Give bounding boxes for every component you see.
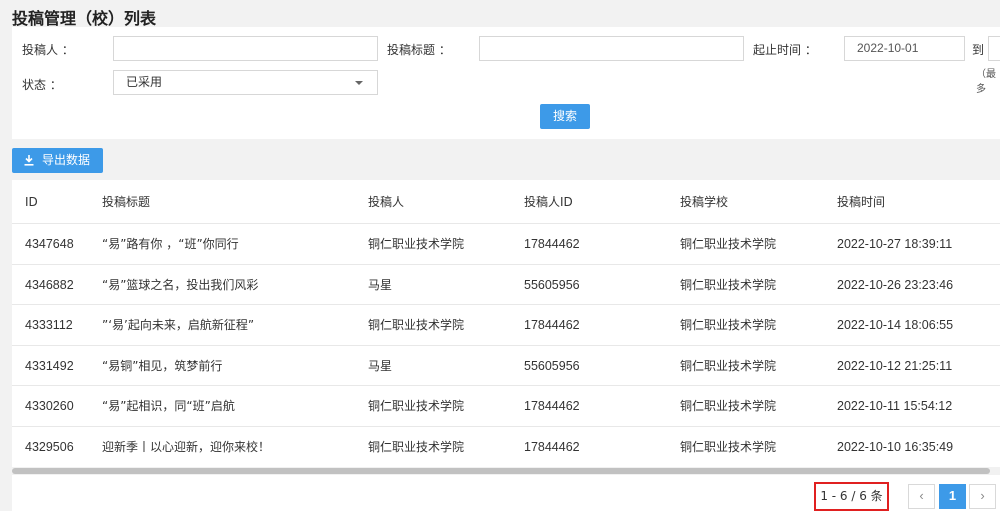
table-row[interactable]: 4329506 迎新季丨以心迎新，迎你来校！ 铜仁职业技术学院 17844462… bbox=[12, 427, 1000, 468]
submitter-label: 投稿人 ： bbox=[22, 43, 74, 57]
cell-title: “易”起相识，同“班”启航 bbox=[102, 399, 235, 413]
table-header-row: ID 投稿标题 投稿人 投稿人ID 投稿学校 投稿时间 bbox=[12, 180, 1000, 224]
cell-id: 4331492 bbox=[25, 358, 74, 373]
cell-school: 铜仁职业技术学院 bbox=[680, 318, 777, 332]
export-data-label: 导出数据 bbox=[42, 153, 91, 167]
cell-time: 2022-10-27 18:39:11 bbox=[837, 237, 953, 251]
submission-table: ID 投稿标题 投稿人 投稿人ID 投稿学校 投稿时间 4347648 “易”路… bbox=[12, 180, 1000, 511]
cell-id: 4346882 bbox=[25, 277, 74, 292]
cell-submitter-id: 17844462 bbox=[524, 318, 580, 332]
cell-school: 铜仁职业技术学院 bbox=[680, 277, 777, 292]
cell-submitter: 铜仁职业技术学院 bbox=[368, 318, 465, 332]
cell-title: “易铜”相见，筑梦前行 bbox=[102, 358, 223, 373]
page-title: 投稿管理（校）列表 bbox=[12, 9, 157, 28]
to-label: 到 bbox=[972, 43, 985, 57]
cell-school: 铜仁职业技术学院 bbox=[680, 358, 777, 373]
cell-school: 铜仁职业技术学院 bbox=[680, 439, 777, 454]
chevron-left-icon: ‹ bbox=[919, 488, 924, 503]
header-submitter-id: 投稿人ID bbox=[524, 195, 573, 209]
cell-time: 2022-10-14 18:06:55 bbox=[837, 318, 954, 332]
download-icon bbox=[24, 155, 34, 166]
cell-submitter-id: 55605956 bbox=[524, 277, 580, 292]
title-label: 投稿标题 ： bbox=[387, 43, 451, 57]
title-input[interactable] bbox=[479, 36, 744, 61]
pagination-summary: 1 - 6 / 6 条 bbox=[814, 482, 889, 511]
end-date-input[interactable] bbox=[988, 36, 1000, 61]
cell-submitter: 铜仁职业技术学院 bbox=[368, 399, 465, 413]
cell-id: 4347648 bbox=[25, 237, 74, 251]
table-row[interactable]: 4330260 “易”起相识，同“班”启航 铜仁职业技术学院 17844462 … bbox=[12, 386, 1000, 427]
cell-school: 铜仁职业技术学院 bbox=[680, 399, 777, 413]
cell-submitter-id: 55605956 bbox=[524, 358, 580, 373]
cell-time: 2022-10-11 15:54:12 bbox=[837, 399, 953, 413]
page-1-button[interactable]: 1 bbox=[939, 484, 966, 509]
table-row[interactable]: 4347648 “易”路有你 ，“班”你同行 铜仁职业技术学院 17844462… bbox=[12, 224, 1000, 265]
header-time: 投稿时间 bbox=[837, 195, 886, 209]
export-data-button[interactable]: 导出数据 bbox=[12, 148, 103, 173]
cell-title: “易”篮球之名，投出我们风彩 bbox=[102, 277, 259, 292]
cell-time: 2022-10-26 23:23:46 bbox=[837, 277, 954, 292]
cell-submitter: 铜仁职业技术学院 bbox=[368, 237, 465, 251]
cell-time: 2022-10-12 21:25:11 bbox=[837, 358, 953, 373]
status-select-value: 已采用 bbox=[126, 75, 163, 89]
cell-title: ”‘易’起向未来，启航新征程” bbox=[102, 318, 255, 332]
start-date-input[interactable]: 2022-10-01 bbox=[844, 36, 965, 61]
cell-submitter: 马星 bbox=[368, 277, 393, 292]
header-school: 投稿学校 bbox=[680, 195, 729, 209]
prev-page-button[interactable]: ‹ bbox=[908, 484, 935, 509]
cell-submitter: 马星 bbox=[368, 358, 393, 373]
cell-id: 4330260 bbox=[25, 399, 74, 413]
cell-time: 2022-10-10 16:35:49 bbox=[837, 439, 954, 454]
table-row[interactable]: 4331492 “易铜”相见，筑梦前行 马星 55605956 铜仁职业技术学院… bbox=[12, 346, 1000, 386]
next-page-button[interactable]: › bbox=[969, 484, 996, 509]
filter-panel: 投稿人 ： 投稿标题 ： 起止时间 ： 2022-10-01 到 （最多 状态 … bbox=[12, 27, 1000, 139]
chevron-down-icon bbox=[355, 81, 363, 85]
cell-title: 迎新季丨以心迎新，迎你来校！ bbox=[102, 439, 271, 454]
cell-submitter: 铜仁职业技术学院 bbox=[368, 439, 465, 454]
status-label: 状态 ： bbox=[22, 78, 62, 92]
scrollbar-thumb[interactable] bbox=[12, 468, 990, 474]
table-row[interactable]: 4346882 “易”篮球之名，投出我们风彩 马星 55605956 铜仁职业技… bbox=[12, 265, 1000, 305]
cell-submitter-id: 17844462 bbox=[524, 399, 580, 413]
status-select[interactable]: 已采用 bbox=[113, 70, 378, 95]
time-range-label: 起止时间 ： bbox=[753, 43, 817, 57]
cell-submitter-id: 17844462 bbox=[524, 237, 580, 251]
header-id: ID bbox=[25, 195, 38, 209]
submitter-input[interactable] bbox=[113, 36, 378, 61]
cell-id: 4333112 bbox=[25, 318, 73, 332]
search-button[interactable]: 搜索 bbox=[540, 104, 590, 129]
header-submitter: 投稿人 bbox=[368, 195, 405, 209]
cell-id: 4329506 bbox=[25, 439, 74, 454]
table-row[interactable]: 4333112 ”‘易’起向未来，启航新征程” 铜仁职业技术学院 1784446… bbox=[12, 305, 1000, 346]
chevron-right-icon: › bbox=[980, 488, 985, 503]
date-range-hint: （最多 bbox=[976, 69, 996, 95]
cell-submitter-id: 17844462 bbox=[524, 439, 580, 454]
cell-school: 铜仁职业技术学院 bbox=[680, 237, 777, 251]
horizontal-scrollbar[interactable] bbox=[12, 467, 1000, 475]
header-title: 投稿标题 bbox=[102, 195, 151, 209]
cell-title: “易”路有你 ，“班”你同行 bbox=[102, 237, 239, 251]
